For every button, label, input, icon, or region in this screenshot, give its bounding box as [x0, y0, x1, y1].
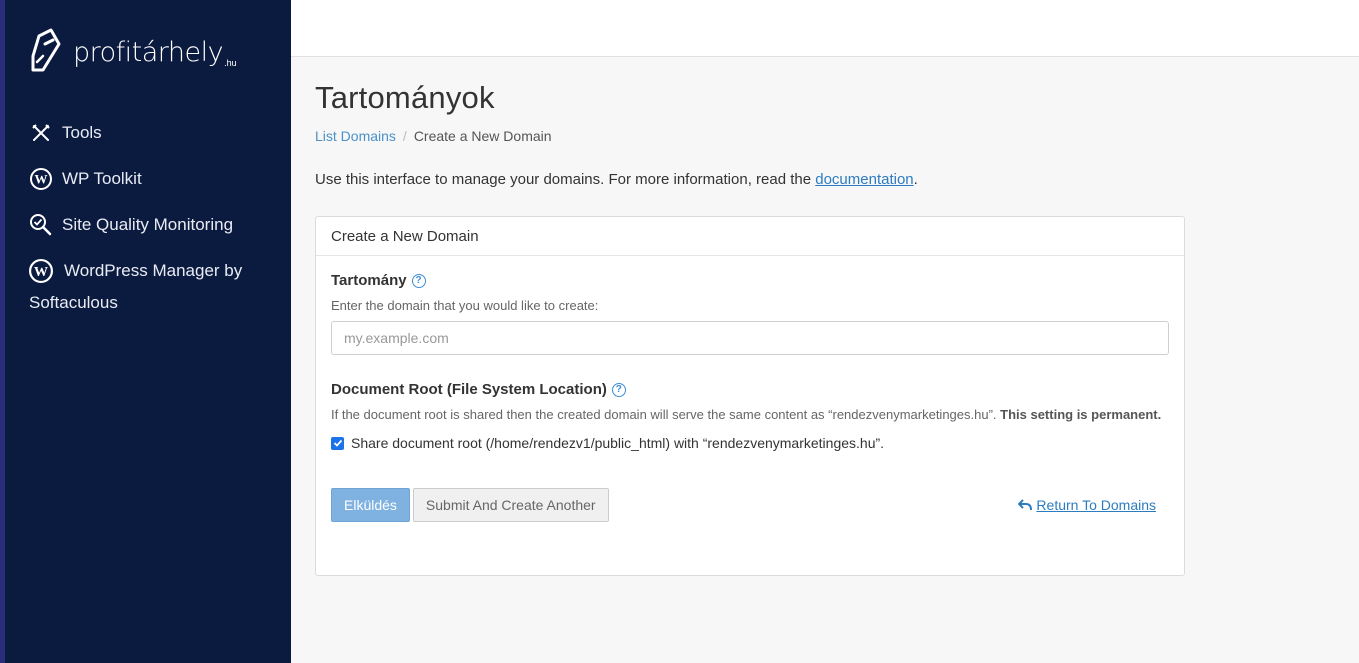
form-actions: Elküldés Submit And Create Another Retur…	[331, 488, 1169, 522]
docroot-hint: If the document root is shared then the …	[331, 406, 1169, 424]
breadcrumb-separator: /	[402, 128, 407, 144]
tools-icon	[29, 121, 53, 145]
docroot-hint-bold: This setting is permanent.	[1000, 407, 1162, 422]
brand-logo[interactable]: profitárhely .hu	[29, 26, 237, 74]
share-docroot-label: Share document root (/home/rendezv1/publ…	[351, 435, 885, 451]
return-arrow-icon	[1018, 499, 1033, 511]
sidebar-item-label: Tools	[62, 123, 102, 142]
brand-tld: .hu	[224, 58, 237, 68]
panel-title: Create a New Domain	[316, 217, 1184, 256]
docroot-label-text: Document Root (File System Location)	[331, 381, 607, 398]
intro-text-end: .	[913, 171, 918, 188]
breadcrumb-current: Create a New Domain	[413, 128, 552, 144]
docroot-hint-text: If the document root is shared then the …	[331, 407, 1001, 422]
sidebar: profitárhely .hu Tools W WP Toolkit Site…	[0, 0, 291, 663]
sidebar-item-site-quality[interactable]: Site Quality Monitoring	[29, 202, 289, 248]
brand-name: profitárhely	[73, 37, 224, 68]
domain-hint: Enter the domain that you would like to …	[331, 298, 599, 313]
domain-label-text: Tartomány	[331, 272, 407, 289]
page-title: Tartományok	[315, 80, 495, 115]
help-icon[interactable]: ?	[611, 382, 626, 397]
sidebar-item-wp-toolkit[interactable]: W WP Toolkit	[29, 156, 289, 202]
svg-text:W: W	[34, 264, 48, 280]
documentation-link[interactable]: documentation	[815, 171, 913, 188]
share-docroot-row: Share document root (/home/rendezv1/publ…	[331, 435, 1169, 451]
submit-and-create-another-button[interactable]: Submit And Create Another	[412, 488, 609, 522]
breadcrumb-list-domains-link[interactable]: List Domains	[315, 128, 396, 144]
share-docroot-checkbox[interactable]	[331, 436, 344, 450]
domain-input[interactable]	[331, 321, 1169, 355]
checkmark-icon	[333, 439, 342, 447]
docroot-label: Document Root (File System Location) ?	[331, 381, 1169, 398]
svg-text:W: W	[35, 172, 48, 187]
sidebar-item-label-continued: Softaculous	[29, 293, 118, 312]
sidebar-item-label: WP Toolkit	[62, 169, 142, 188]
sidebar-item-label: WordPress Manager by	[64, 261, 243, 280]
intro-text: Use this interface to manage your domain…	[315, 171, 1345, 188]
top-bar	[291, 0, 1359, 57]
sidebar-item-label: Site Quality Monitoring	[62, 215, 234, 234]
sidebar-item-wordpress-manager[interactable]: W WordPress Manager by Softaculous	[29, 248, 289, 319]
domain-label: Tartomány ?	[331, 272, 1169, 289]
search-check-icon	[29, 213, 53, 237]
submit-button[interactable]: Elküldés	[331, 488, 410, 522]
return-to-domains-label: Return To Domains	[1036, 497, 1156, 513]
main-content: Tartományok List Domains / Create a New …	[315, 57, 1345, 576]
wordpress-icon: W	[29, 167, 53, 191]
wordpress-icon: W	[29, 259, 53, 283]
help-icon[interactable]: ?	[411, 273, 426, 288]
breadcrumb: List Domains / Create a New Domain	[315, 128, 1345, 144]
sidebar-item-tools[interactable]: Tools	[29, 110, 289, 156]
intro-text-body: Use this interface to manage your domain…	[315, 171, 816, 188]
return-to-domains-link[interactable]: Return To Domains	[1018, 497, 1156, 513]
logo-mark-icon	[31, 28, 61, 72]
create-domain-panel: Create a New Domain Tartomány ? Enter th…	[315, 216, 1185, 576]
sidebar-nav: Tools W WP Toolkit Site Quality Monitori…	[29, 110, 289, 319]
